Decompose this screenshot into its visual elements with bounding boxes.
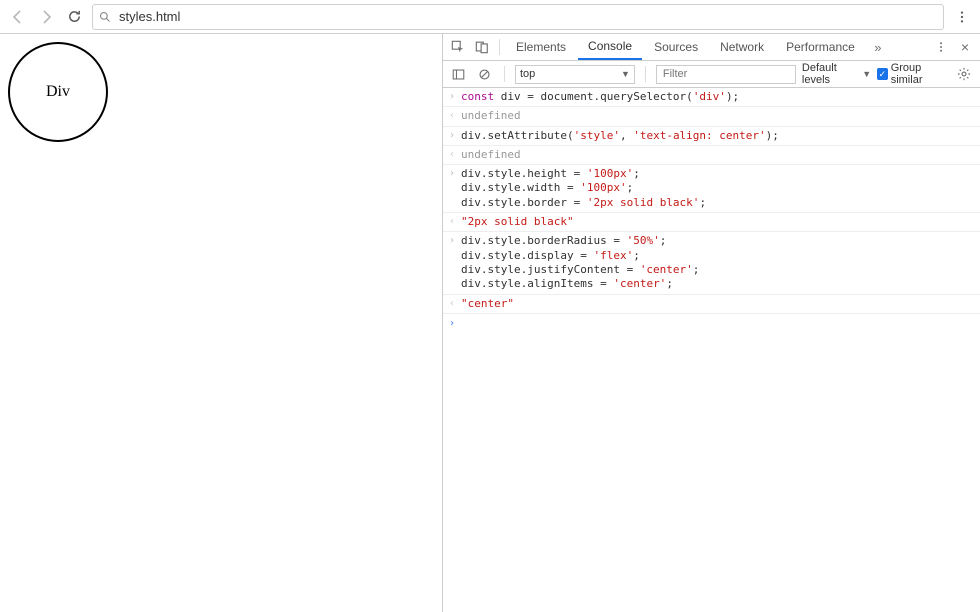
chevron-left-icon — [443, 215, 461, 227]
tab-sources[interactable]: Sources — [644, 34, 708, 60]
chevron-left-icon — [443, 297, 461, 309]
separator — [499, 39, 500, 55]
chevron-left-icon — [443, 148, 461, 160]
code-text: const div = document.querySelector('div'… — [461, 90, 739, 104]
clear-console-icon[interactable] — [475, 68, 495, 81]
chevron-down-icon: ▼ — [862, 69, 871, 79]
chevron-right-icon — [443, 167, 461, 179]
browser-menu-button[interactable] — [952, 7, 972, 27]
group-similar-label: Group similar — [891, 62, 949, 86]
console-output-entry: "2px solid black" — [443, 213, 980, 232]
console-input-entry: const div = document.querySelector('div'… — [443, 88, 980, 107]
chevron-down-icon: ▼ — [621, 69, 630, 79]
levels-label: Default levels — [802, 62, 859, 86]
code-text: div.setAttribute('style', 'text-align: c… — [461, 129, 779, 143]
console-output[interactable]: const div = document.querySelector('div'… — [443, 88, 980, 612]
chevron-right-icon — [443, 317, 461, 329]
tabs-overflow-icon[interactable]: » — [867, 40, 889, 55]
devtools-menu-icon[interactable] — [930, 41, 952, 53]
group-similar-toggle[interactable]: Group similar — [877, 62, 948, 86]
code-text: undefined — [461, 109, 521, 123]
separator — [645, 66, 646, 82]
reload-button[interactable] — [64, 7, 84, 27]
console-output-entry: "center" — [443, 295, 980, 314]
chevron-right-icon — [443, 234, 461, 246]
back-button[interactable] — [8, 7, 28, 27]
log-levels-dropdown[interactable]: Default levels ▼ — [802, 62, 871, 86]
code-text: "2px solid black" — [461, 215, 574, 229]
forward-button[interactable] — [36, 7, 56, 27]
console-sidebar-toggle-icon[interactable] — [449, 68, 469, 81]
devtools-panel: Elements Console Sources Network Perform… — [442, 34, 980, 612]
tab-console[interactable]: Console — [578, 34, 642, 60]
styled-div: Div — [8, 42, 108, 142]
devtools-tabstrip: Elements Console Sources Network Perform… — [443, 34, 980, 61]
console-input-entry: div.style.height = '100px'; div.style.wi… — [443, 165, 980, 213]
context-value: top — [520, 68, 535, 80]
code-text: undefined — [461, 148, 521, 162]
console-output-entry: undefined — [443, 146, 980, 165]
code-text: div.style.borderRadius = '50%'; div.styl… — [461, 234, 699, 291]
separator — [504, 66, 505, 82]
tab-network[interactable]: Network — [710, 34, 774, 60]
code-text: div.style.height = '100px'; div.style.wi… — [461, 167, 706, 210]
chevron-right-icon — [443, 129, 461, 141]
tab-elements[interactable]: Elements — [506, 34, 576, 60]
console-input-entry: div.setAttribute('style', 'text-align: c… — [443, 127, 980, 146]
console-output-entry: undefined — [443, 107, 980, 126]
devtools-close-icon[interactable]: × — [954, 39, 976, 55]
context-selector[interactable]: top ▼ — [515, 65, 635, 84]
console-input-entry: div.style.borderRadius = '50%'; div.styl… — [443, 232, 980, 294]
page-viewport: Div — [0, 34, 442, 612]
filter-input[interactable] — [656, 65, 796, 84]
chevron-right-icon — [443, 90, 461, 102]
code-text: "center" — [461, 297, 514, 311]
chevron-left-icon — [443, 109, 461, 121]
search-icon — [99, 11, 111, 23]
console-toolbar: top ▼ Default levels ▼ Group similar — [443, 61, 980, 88]
checkbox-checked-icon — [877, 68, 888, 80]
console-settings-icon[interactable] — [954, 67, 974, 81]
url-input[interactable] — [117, 8, 937, 25]
console-prompt[interactable] — [443, 314, 980, 332]
address-bar[interactable] — [92, 4, 944, 30]
div-text: Div — [46, 83, 70, 101]
tab-performance[interactable]: Performance — [776, 34, 865, 60]
inspect-icon[interactable] — [447, 40, 469, 54]
device-toggle-icon[interactable] — [471, 40, 493, 54]
browser-toolbar — [0, 0, 980, 34]
